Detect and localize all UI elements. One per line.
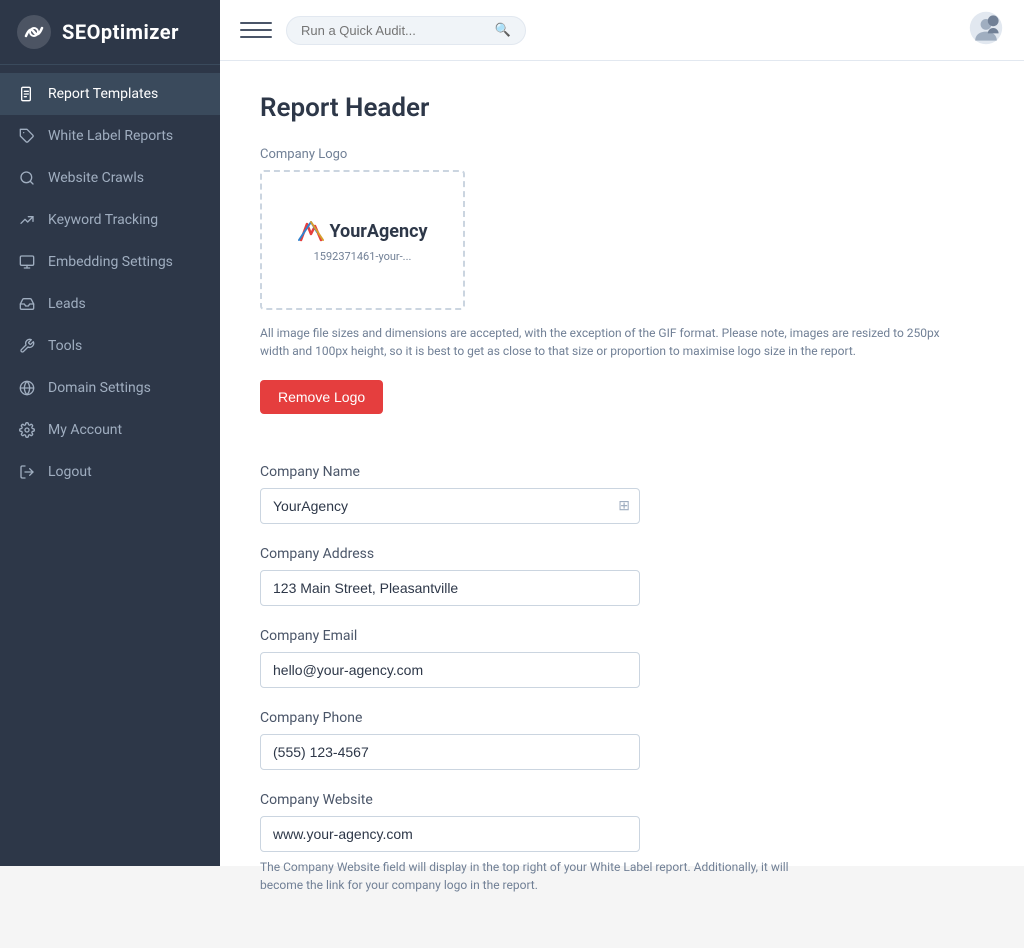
logo-section-label: Company Logo [260,147,960,162]
file-text-icon [18,85,36,103]
sidebar-label-embedding-settings: Embedding Settings [48,254,173,270]
company-address-label: Company Address [260,546,960,562]
agency-logo-mark [297,218,325,246]
company-phone-label: Company Phone [260,710,960,726]
sidebar-item-leads[interactable]: Leads [0,283,220,325]
sidebar-item-report-templates[interactable]: Report Templates [0,73,220,115]
logo-preview: YourAgency 1592371461-your-... [297,218,427,263]
sidebar-item-domain-settings[interactable]: Domain Settings [0,367,220,409]
log-out-icon [18,463,36,481]
website-footer-note: The Company Website field will display i… [260,858,790,894]
tag-icon [18,127,36,145]
company-address-input[interactable] [260,570,640,606]
sidebar-nav: Report Templates White Label Reports Web… [0,65,220,866]
sidebar-item-keyword-tracking[interactable]: Keyword Tracking [0,199,220,241]
page-title: Report Header [260,93,960,123]
sidebar-item-logout[interactable]: Logout [0,451,220,493]
sidebar-item-my-account[interactable]: My Account [0,409,220,451]
page-content: Report Header Company Logo YourAgency [220,61,1000,948]
company-name-group: Company Name ⊞ [260,464,960,524]
sidebar-label-tools: Tools [48,338,82,354]
logo-filename: 1592371461-your-... [314,250,412,263]
topbar-right [968,10,1004,50]
sidebar-label-my-account: My Account [48,422,122,438]
hamburger-line-1 [240,22,272,24]
search-bar[interactable]: 🔍 [286,16,526,45]
company-name-input[interactable] [260,488,640,524]
company-name-label: Company Name [260,464,960,480]
edit-icon [18,211,36,229]
remove-logo-button[interactable]: Remove Logo [260,380,383,414]
search-icon [18,169,36,187]
sidebar-label-report-templates: Report Templates [48,86,158,102]
logo-svg-container: YourAgency [297,218,427,246]
company-website-input[interactable] [260,816,640,852]
sidebar-item-white-label-reports[interactable]: White Label Reports [0,115,220,157]
company-email-label: Company Email [260,628,960,644]
brand-name: SEOptimizer [62,20,179,44]
menu-toggle-button[interactable] [240,14,272,46]
sidebar-label-leads: Leads [48,296,86,312]
sidebar-item-embedding-settings[interactable]: Embedding Settings [0,241,220,283]
globe-icon [18,379,36,397]
user-avatar-icon[interactable] [968,10,1004,46]
tool-icon [18,337,36,355]
company-website-group: Company Website The Company Website fiel… [260,792,960,894]
sidebar-item-website-crawls[interactable]: Website Crawls [0,157,220,199]
search-input[interactable] [301,23,489,38]
company-name-input-wrapper: ⊞ [260,488,640,524]
company-phone-group: Company Phone [260,710,960,770]
company-email-group: Company Email [260,628,960,688]
sidebar-item-tools[interactable]: Tools [0,325,220,367]
sidebar-logo[interactable]: SEOptimizer [0,0,220,65]
hamburger-line-3 [240,36,272,38]
sidebar-label-website-crawls: Website Crawls [48,170,144,186]
sidebar: SEOptimizer Report Templates White Label… [0,0,220,866]
main-content: 🔍 Report Header Company Logo [220,0,1024,866]
sidebar-label-white-label-reports: White Label Reports [48,128,173,144]
topbar: 🔍 [220,0,1024,61]
sidebar-label-logout: Logout [48,464,92,480]
company-logo-section: Company Logo YourAgency 1592371461-your-… [260,147,960,442]
agency-logo-text: YourAgency [329,221,427,242]
input-icon-company-name: ⊞ [618,498,630,514]
settings-icon [18,421,36,439]
company-phone-input[interactable] [260,734,640,770]
inbox-icon [18,295,36,313]
sidebar-label-keyword-tracking: Keyword Tracking [48,212,158,228]
sidebar-label-domain-settings: Domain Settings [48,380,151,396]
hamburger-line-2 [240,29,272,31]
company-website-label: Company Website [260,792,960,808]
search-icon: 🔍 [495,23,511,38]
monitor-icon [18,253,36,271]
company-address-group: Company Address [260,546,960,606]
company-email-input[interactable] [260,652,640,688]
logo-info-text: All image file sizes and dimensions are … [260,324,960,360]
logo-upload-box[interactable]: YourAgency 1592371461-your-... [260,170,465,310]
seoptimer-logo-icon [16,14,52,50]
